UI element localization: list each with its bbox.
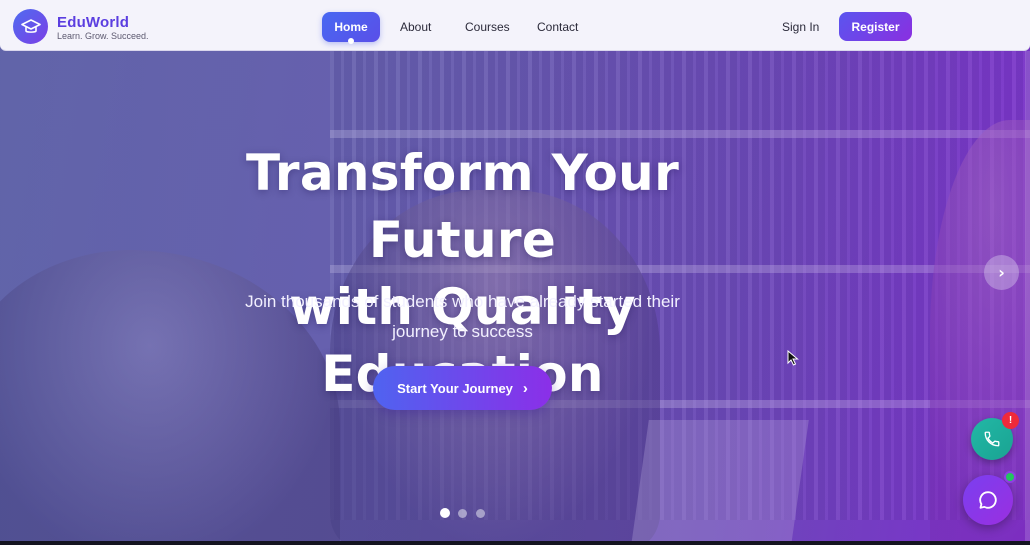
hero-subheading-line: Join thousands of students who have alre… [245, 292, 680, 311]
page-bottom-edge [0, 541, 1030, 545]
brand-name[interactable]: EduWorld [57, 14, 129, 31]
nav-courses[interactable]: Courses [465, 20, 510, 34]
hero-subheading-line: journey to success [392, 322, 533, 341]
start-journey-button[interactable]: Start Your Journey › [373, 366, 552, 410]
active-indicator [348, 38, 354, 44]
navbar: EduWorld Learn. Grow. Succeed. Home Abou… [0, 0, 1030, 51]
carousel-next-button[interactable]: › [984, 255, 1019, 290]
carousel-dot-3[interactable] [476, 509, 485, 518]
logo[interactable] [13, 9, 48, 44]
chevron-right-icon: › [522, 379, 528, 397]
cta-label: Start Your Journey [397, 380, 513, 396]
chevron-right-icon: › [998, 263, 1005, 282]
carousel-dot-1[interactable] [440, 508, 450, 518]
hero-headline-line: Transform Your Future [245, 144, 680, 269]
page-scrollbar[interactable] [1025, 51, 1030, 541]
nav-about[interactable]: About [400, 20, 431, 34]
brand-tagline: Learn. Grow. Succeed. [57, 31, 149, 41]
sign-in-link[interactable]: Sign In [782, 20, 819, 34]
chat-icon [979, 491, 997, 509]
notification-badge: ! [1002, 412, 1019, 429]
register-button[interactable]: Register [839, 12, 912, 41]
nav-contact[interactable]: Contact [537, 20, 578, 34]
carousel-dot-2[interactable] [458, 509, 467, 518]
online-indicator [1004, 471, 1016, 483]
phone-icon [984, 431, 1000, 447]
chat-button[interactable] [963, 475, 1013, 525]
mouse-cursor-icon [787, 350, 799, 366]
hero-subheading: Join thousands of students who have alre… [220, 287, 705, 347]
graduation-cap-icon [20, 18, 41, 33]
